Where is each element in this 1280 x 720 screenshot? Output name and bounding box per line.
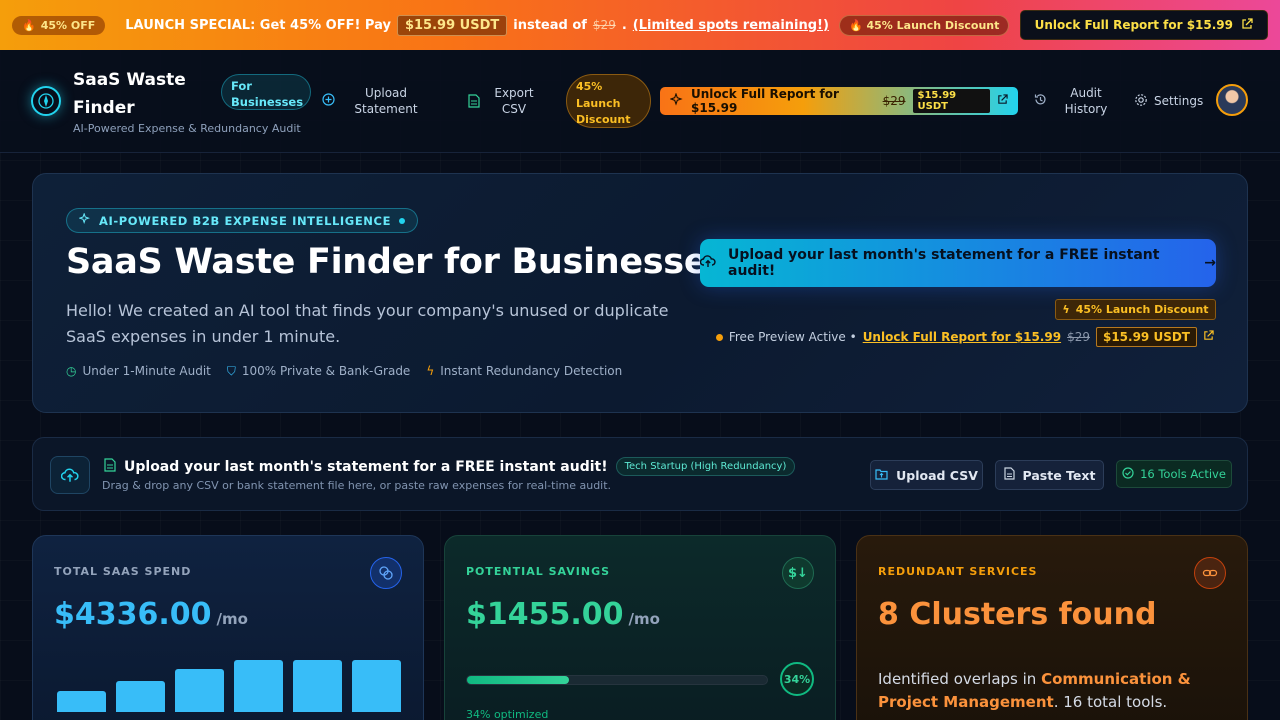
lightning-icon: ϟ: [1062, 303, 1070, 316]
file-spreadsheet-icon: [468, 94, 480, 112]
promo-old-price: $29: [592, 18, 616, 32]
cloud-upload-icon: [699, 253, 716, 273]
gear-icon: [1134, 93, 1148, 111]
spend-trend-bars: [57, 660, 401, 712]
clipboard-icon: [1003, 467, 1015, 483]
external-link-icon: [1241, 17, 1253, 33]
spend-bar: [234, 660, 283, 712]
preview-unlock-link[interactable]: Unlock Full Report for $15.99: [863, 330, 1061, 344]
fire-icon: 🔥: [848, 18, 863, 32]
coins-icon: [370, 557, 402, 589]
feature-item: ◷ Under 1-Minute Audit: [66, 364, 211, 378]
external-link-icon[interactable]: [1203, 330, 1214, 344]
redundant-description: Identified overlaps in Communication & P…: [878, 670, 1191, 711]
brand-subtitle: AI-Powered Expense & Redundancy Audit: [73, 122, 301, 135]
hero-features: ◷ Under 1-Minute Audit ⛉ 100% Private & Ba…: [66, 364, 622, 379]
check-circle-icon: [1122, 466, 1134, 482]
for-businesses-badge[interactable]: For Businesses: [221, 74, 311, 110]
promo-price: $15.99 USDT: [396, 14, 508, 36]
spend-bar: [293, 660, 342, 712]
launch-discount-pill: 45% Launch Discount: [566, 74, 651, 128]
card-value: $1455.00 /mo: [466, 597, 660, 632]
live-dot-icon: [399, 217, 406, 224]
dollar-down-icon: $↓: [782, 557, 814, 589]
spend-bar: [175, 669, 224, 712]
promo-unlock-button[interactable]: Unlock Full Report for $15.99: [1019, 10, 1268, 40]
status-dot-icon: [715, 333, 723, 341]
potential-savings-card: POTENTIAL SAVINGS $↓ $1455.00 /mo 34% 34…: [444, 535, 836, 720]
lightning-icon: ϟ: [426, 364, 435, 378]
hero-title: SaaS Waste Finder for Businesses: [66, 242, 728, 282]
fire-icon: 🔥: [22, 18, 36, 32]
hero-discount-badge: ϟ 45% Launch Discount: [1055, 299, 1216, 320]
brand-title[interactable]: SaaS Waste Finder: [73, 66, 203, 122]
card-label: TOTAL SAAS SPEND: [54, 565, 192, 578]
external-link-icon: [997, 94, 1008, 108]
card-label: REDUNDANT SERVICES: [878, 565, 1038, 578]
link-icon: [1194, 557, 1226, 589]
nav-export-csv[interactable]: Export CSV: [490, 85, 538, 117]
hero-tag: AI-POWERED B2B EXPENSE INTELLIGENCE: [66, 208, 419, 233]
nav-audit-history[interactable]: Audit History: [1060, 85, 1112, 117]
history-icon: [1034, 93, 1047, 110]
promo-banner: 🔥 45% OFF LAUNCH SPECIAL: Get 45% OFF! P…: [0, 0, 1280, 50]
tools-active-badge: 16 Tools Active: [1116, 460, 1232, 488]
paste-text-button[interactable]: Paste Text: [995, 460, 1104, 490]
preview-status: Free Preview Active • Unlock Full Report…: [715, 327, 1214, 347]
upload-csv-button[interactable]: Upload CSV: [870, 460, 983, 490]
sparkles-icon: [669, 91, 684, 110]
file-text-icon: [104, 457, 116, 476]
promo-discount-badge: 🔥 45% Launch Discount: [838, 14, 1010, 36]
promo-text: LAUNCH SPECIAL: Get 45% OFF! Pay $15.99 …: [125, 14, 829, 36]
hero-description: Hello! We created an AI tool that finds …: [66, 301, 669, 346]
promo-badge: 🔥 45% OFF: [12, 15, 106, 35]
arrow-right-icon: →: [1204, 255, 1216, 271]
sparkles-icon: [78, 212, 91, 228]
savings-note: 34% optimized: [466, 708, 549, 720]
upload-panel[interactable]: Upload your last month's statement for a…: [32, 437, 1248, 511]
shield-icon: ⛉: [226, 364, 236, 378]
preset-chip[interactable]: Tech Startup (High Redundancy): [615, 457, 796, 476]
hero-section: AI-POWERED B2B EXPENSE INTELLIGENCE SaaS…: [32, 173, 1248, 413]
card-label: POTENTIAL SAVINGS: [466, 565, 611, 578]
top-navigation: SaaS Waste Finder AI-Powered Expense & R…: [0, 50, 1280, 153]
feature-item: ϟ Instant Redundancy Detection: [426, 364, 623, 378]
preview-price: $15.99 USDT: [1095, 327, 1197, 347]
clock-icon: ◷: [66, 364, 77, 378]
nav-unlock-button[interactable]: Unlock Full Report for $15.99 $29 $15.99…: [660, 87, 1018, 115]
nav-unlock-price: $15.99 USDT: [912, 89, 990, 113]
upload-subtitle: Drag & drop any CSV or bank statement fi…: [102, 479, 612, 492]
spend-bar: [57, 691, 106, 712]
hero-upload-cta-button[interactable]: Upload your last month's statement for a…: [699, 239, 1216, 287]
total-spend-card: TOTAL SAAS SPEND $4336.00 /mo: [32, 535, 424, 720]
savings-progress-fill: [467, 676, 569, 684]
spend-bar: [352, 660, 401, 712]
user-avatar[interactable]: [1216, 84, 1248, 116]
nav-settings[interactable]: Settings: [1154, 93, 1203, 109]
card-value: 8 Clusters found: [878, 597, 1157, 632]
compass-logo-icon[interactable]: [31, 86, 61, 116]
plus-circle-icon: [322, 93, 335, 110]
savings-progress-bar: [466, 675, 768, 685]
folder-upload-icon: [875, 468, 888, 483]
promo-limited-link[interactable]: (Limited spots remaining!): [633, 18, 829, 33]
spend-bar: [116, 681, 165, 712]
upload-title: Upload your last month's statement for a…: [104, 457, 796, 476]
cloud-upload-icon[interactable]: [50, 456, 90, 494]
nav-upload-statement[interactable]: Upload Statement: [346, 85, 426, 117]
card-value: $4336.00 /mo: [54, 597, 248, 632]
feature-item: ⛉ 100% Private & Bank-Grade: [226, 364, 411, 378]
redundant-services-card: REDUNDANT SERVICES 8 Clusters found Iden…: [856, 535, 1248, 720]
savings-percent-ring: 34%: [780, 662, 814, 696]
